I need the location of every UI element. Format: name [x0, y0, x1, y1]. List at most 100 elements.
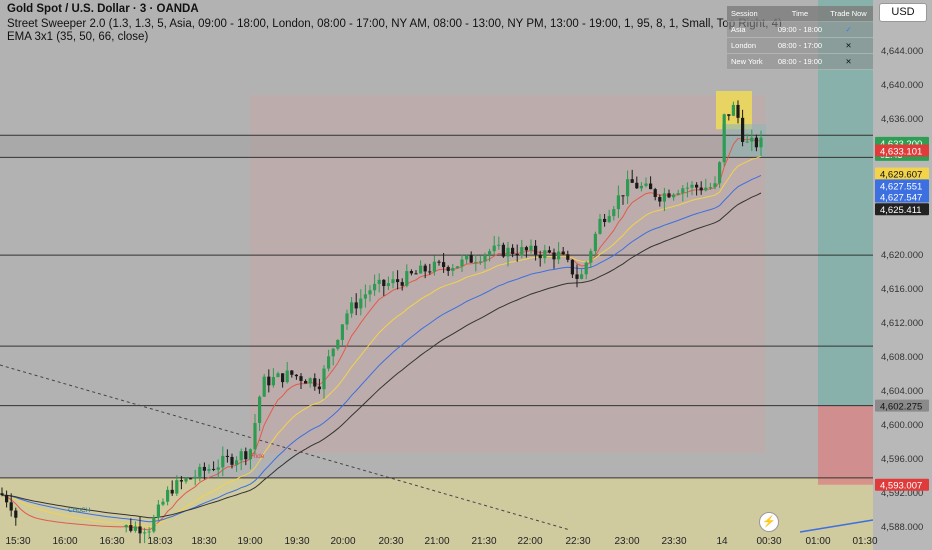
price-label-text: 4,602.275: [880, 402, 922, 413]
time-tick: 20:30: [378, 536, 403, 547]
price-label-text: 4,633.101: [880, 147, 922, 158]
candle-body: [322, 368, 326, 390]
candle: [501, 242, 505, 258]
candle-body: [317, 386, 321, 390]
candle-body: [658, 197, 662, 202]
time-tick: 16:00: [52, 536, 77, 547]
header-trade-now: Trade Now: [830, 9, 867, 18]
candle-body: [359, 298, 363, 309]
currency-button[interactable]: USD: [879, 3, 927, 22]
candle-body: [262, 376, 266, 397]
session-row-asia: Asia 09:00 - 18:00 ✓: [727, 22, 873, 38]
candle-body: [685, 187, 689, 189]
session-name: London: [731, 41, 757, 50]
candle-body: [506, 247, 510, 257]
candle-body: [478, 261, 482, 263]
candle-body: [580, 274, 584, 279]
time-tick: 19:00: [237, 536, 262, 547]
candle-body: [474, 261, 478, 263]
candle-body: [667, 193, 671, 198]
candle-body: [143, 532, 147, 534]
candle-body: [616, 195, 620, 210]
price-tick: 4,640.000: [881, 80, 923, 91]
candle-body: [5, 495, 9, 503]
candle-body: [354, 302, 358, 309]
candle-body: [630, 179, 634, 183]
candle-body: [156, 504, 160, 518]
price-label: 4,629.607: [875, 167, 929, 180]
candle-body: [138, 526, 142, 534]
candle-body: [253, 422, 257, 450]
candle-body: [285, 370, 289, 383]
candle-body: [225, 455, 229, 457]
candle-body: [649, 183, 653, 190]
chart-title: Gold Spot / U.S. Dollar · 3 · OANDA: [7, 3, 199, 15]
candle-body: [400, 282, 404, 286]
indicator-ema[interactable]: EMA 3x1 (35, 50, 66, close): [7, 31, 148, 43]
session-name: New York: [731, 57, 763, 66]
candle-body: [405, 271, 409, 286]
candle-body: [653, 189, 657, 198]
indicator-street-sweeper[interactable]: Street Sweeper 2.0 (1.3, 1.3, 5, Asia, 0…: [7, 18, 782, 30]
candle-body: [423, 265, 427, 272]
price-tick: 4,600.000: [881, 420, 923, 431]
candle-body: [304, 380, 308, 384]
candle-body: [391, 279, 395, 284]
candle-body: [267, 376, 271, 386]
candle: [262, 373, 266, 397]
candle-body: [331, 348, 335, 357]
candle-body: [294, 374, 298, 377]
check-icon: ✓: [845, 25, 852, 34]
candle-body: [750, 137, 754, 142]
candle-body: [589, 251, 593, 263]
annotation-label: CHoCH: [68, 507, 91, 514]
candle-body: [455, 266, 459, 269]
candle-body: [184, 478, 188, 482]
candle-body: [727, 114, 731, 116]
price-tick: 4,588.000: [881, 522, 923, 533]
candle-body: [731, 104, 735, 116]
candle-body: [736, 104, 740, 118]
candle-body: [529, 245, 533, 251]
session-time: 09:00 - 18:00: [777, 25, 823, 34]
candle-body: [327, 356, 331, 369]
candle-body: [179, 480, 183, 482]
time-tick: 00:30: [756, 536, 781, 547]
lightning-icon[interactable]: ⚡: [759, 512, 779, 532]
candle-body: [299, 376, 303, 381]
price-tick: 4,608.000: [881, 352, 923, 363]
candle-body: [189, 478, 193, 480]
candle-body: [704, 187, 708, 191]
candle-body: [216, 467, 220, 470]
candle-body: [603, 218, 607, 223]
candle-body: [14, 510, 18, 518]
candle-body: [635, 182, 639, 189]
candle-body: [212, 468, 216, 470]
candle-body: [363, 294, 367, 299]
session-name: Asia: [731, 25, 746, 34]
candle-body: [9, 502, 13, 511]
price-label: 4,627.547: [875, 190, 929, 203]
candle-body: [690, 184, 694, 188]
stop-loss-zone: [818, 405, 873, 485]
candle-body: [566, 254, 570, 260]
candle-body: [271, 377, 275, 386]
session-time: 08:00 - 19:00: [777, 57, 823, 66]
time-tick: 22:30: [565, 536, 590, 547]
candle-body: [308, 378, 312, 384]
price-tick: 4,616.000: [881, 284, 923, 295]
candle-body: [584, 262, 588, 275]
candle-body: [382, 279, 386, 287]
price-chart[interactable]: RideCHoCH 4,648.0004,644.0004,640.0004,6…: [0, 0, 932, 550]
candle-body: [538, 254, 542, 259]
time-tick: 22:00: [517, 536, 542, 547]
candle-body: [483, 255, 487, 262]
candle-body: [745, 141, 749, 143]
price-label: 4,633.101: [875, 144, 929, 158]
candle-body: [612, 209, 616, 217]
candle-body: [708, 187, 712, 189]
cross-icon: ✕: [845, 57, 852, 66]
price-label: 4,627.551: [875, 179, 929, 192]
candle-body: [488, 251, 492, 256]
candle-body: [147, 531, 151, 533]
